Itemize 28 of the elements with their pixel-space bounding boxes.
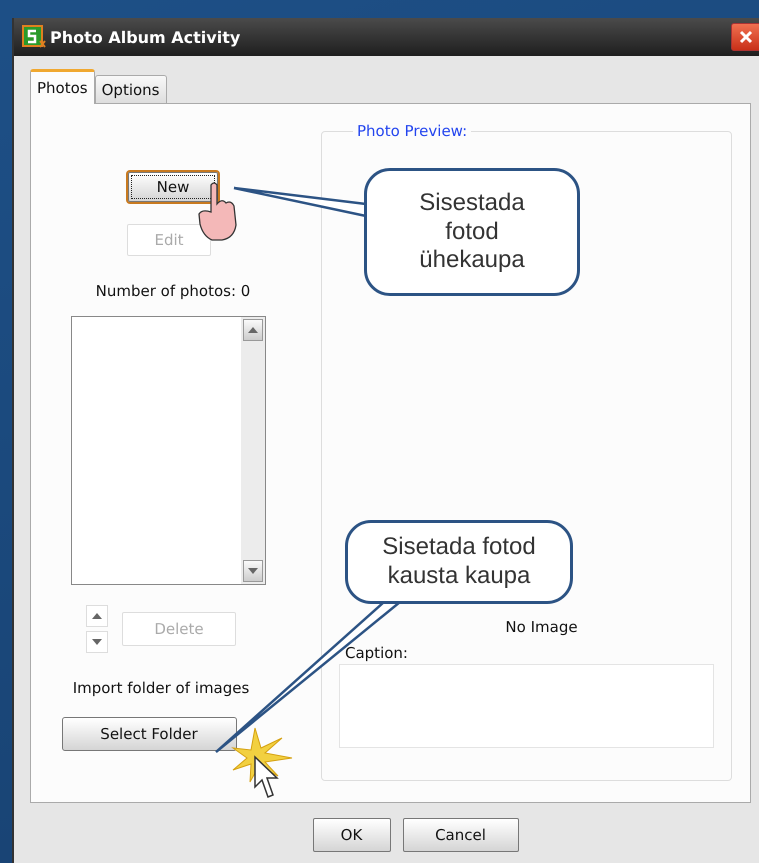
- callout-bubble: Sisestada fotod ühekaupa: [364, 168, 580, 296]
- close-icon: [739, 30, 753, 44]
- dialog-button[interactable]: Cancel: [402, 818, 518, 852]
- up-arrow-icon: [248, 327, 258, 333]
- photo-count-label: Number of photos: 0: [96, 282, 250, 300]
- scroll-down-button[interactable]: [242, 560, 262, 582]
- dialog-button[interactable]: OK: [312, 818, 390, 852]
- caption-field[interactable]: [339, 664, 714, 748]
- select-folder-button[interactable]: Select Folder: [62, 717, 236, 751]
- app-logo-icon: [22, 25, 46, 49]
- photo-preview-legend: Photo Preview:: [353, 122, 472, 140]
- scroll-up-button[interactable]: [242, 319, 262, 341]
- no-image-text: No Image: [505, 618, 578, 636]
- import-label: Import folder of images: [72, 679, 250, 697]
- arrow-cursor-icon: [254, 755, 279, 798]
- close-button[interactable]: [731, 23, 759, 51]
- callout-bubble: Sisetada fotod kausta kaupa: [345, 520, 573, 604]
- tab[interactable]: Photos: [30, 69, 95, 104]
- caption-label: Caption:: [345, 644, 408, 662]
- up-arrow-icon: [92, 613, 102, 619]
- move-down-button[interactable]: [86, 631, 108, 653]
- scrollbar[interactable]: [240, 317, 264, 584]
- move-up-button[interactable]: [86, 605, 108, 627]
- window-title: Photo Album Activity: [50, 28, 242, 46]
- hand-cursor-icon: [198, 182, 237, 241]
- down-arrow-icon: [92, 639, 102, 645]
- tab[interactable]: Options: [94, 75, 166, 103]
- down-arrow-icon: [248, 568, 258, 574]
